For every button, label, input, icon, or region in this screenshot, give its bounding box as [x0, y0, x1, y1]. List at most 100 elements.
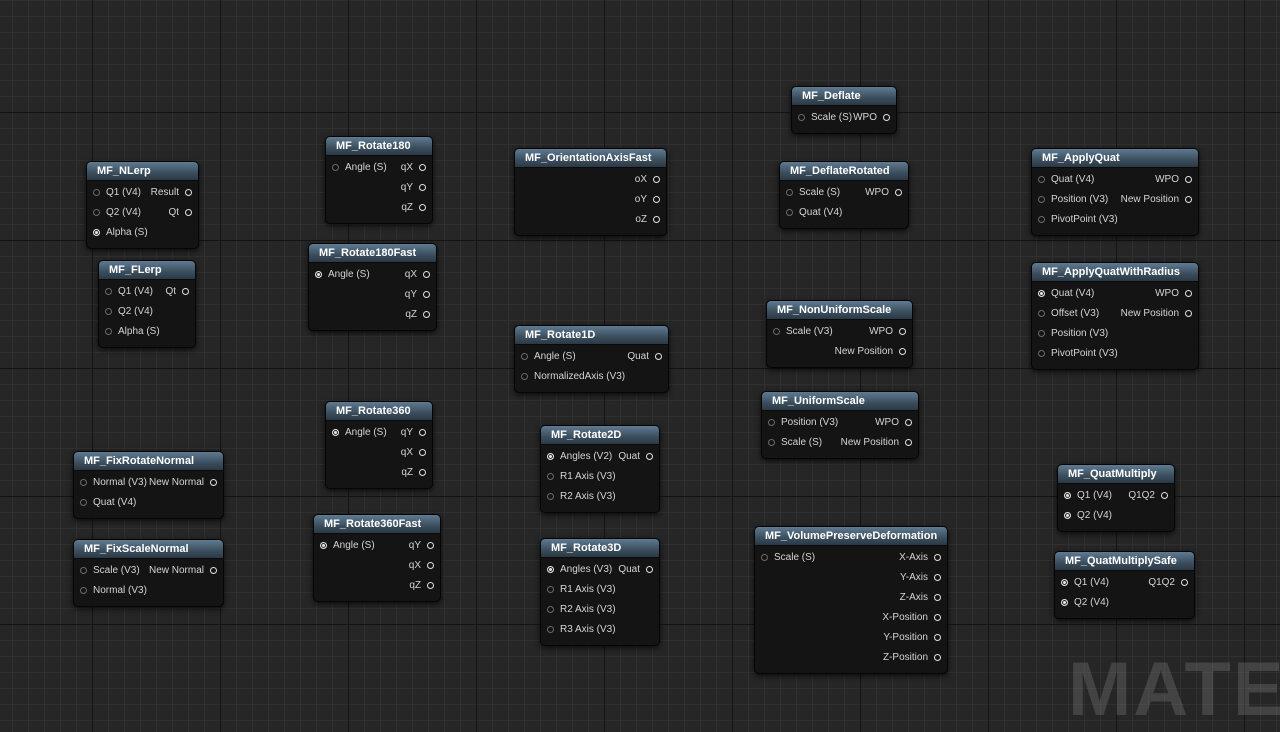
pin-icon[interactable]: [653, 175, 660, 183]
input-pin[interactable]: PivotPoint (V3): [1038, 347, 1118, 359]
output-pin[interactable]: Z-Position: [883, 651, 941, 663]
output-pin[interactable]: qY: [409, 539, 434, 551]
pin-icon[interactable]: [315, 270, 322, 278]
input-pin[interactable]: Scale (S): [786, 186, 840, 198]
pin-icon[interactable]: [883, 113, 890, 121]
input-pin[interactable]: R1 Axis (V3): [547, 470, 616, 482]
pin-icon[interactable]: [547, 585, 554, 593]
pin-icon[interactable]: [93, 188, 100, 196]
output-pin[interactable]: WPO: [1155, 287, 1192, 299]
input-pin[interactable]: Q2 (V4): [105, 305, 153, 317]
input-pin[interactable]: Normal (V3): [80, 584, 147, 596]
output-pin[interactable]: New Normal: [149, 476, 217, 488]
input-pin[interactable]: Scale (V3): [773, 325, 833, 337]
pin-icon[interactable]: [419, 448, 426, 456]
input-pin[interactable]: Q1 (V4): [1064, 489, 1112, 501]
input-pin[interactable]: Angle (S): [332, 161, 387, 173]
pin-icon[interactable]: [185, 208, 192, 216]
node-mf-applyquat[interactable]: MF_ApplyQuat Quat (V4) WPO Position (V3)…: [1031, 148, 1199, 236]
node-mf-fixrotatenormal[interactable]: MF_FixRotateNormal Normal (V3) New Norma…: [73, 451, 224, 519]
pin-icon[interactable]: [934, 553, 941, 561]
input-pin[interactable]: Scale (S): [768, 436, 822, 448]
input-pin[interactable]: Angle (S): [315, 268, 370, 280]
node-mf-fixscalenormal[interactable]: MF_FixScaleNormal Scale (V3) New Normal …: [73, 539, 224, 607]
pin-icon[interactable]: [1185, 289, 1192, 297]
input-pin[interactable]: Scale (V3): [80, 564, 140, 576]
pin-icon[interactable]: [768, 418, 775, 426]
pin-icon[interactable]: [786, 188, 793, 196]
pin-icon[interactable]: [934, 653, 941, 661]
output-pin[interactable]: Y-Axis: [900, 571, 941, 583]
node-mf-rotate180fast[interactable]: MF_Rotate180Fast Angle (S) qX qY qZ: [308, 243, 437, 331]
output-pin[interactable]: WPO: [869, 325, 906, 337]
node-mf-orientationaxisfast[interactable]: MF_OrientationAxisFast oX oY oZ: [514, 148, 667, 236]
pin-icon[interactable]: [419, 428, 426, 436]
pin-icon[interactable]: [1038, 215, 1045, 223]
output-pin[interactable]: WPO: [875, 416, 912, 428]
pin-icon[interactable]: [646, 565, 653, 573]
pin-icon[interactable]: [1185, 175, 1192, 183]
output-pin[interactable]: Qt: [168, 206, 192, 218]
pin-icon[interactable]: [899, 347, 906, 355]
material-graph-canvas[interactable]: MF_NLerp Q1 (V4) Result Q2 (V4) Qt Alpha…: [0, 0, 1280, 720]
pin-icon[interactable]: [934, 613, 941, 621]
input-pin[interactable]: Offset (V3): [1038, 307, 1099, 319]
pin-icon[interactable]: [934, 573, 941, 581]
output-pin[interactable]: WPO: [1155, 173, 1192, 185]
node-mf-rotate3d[interactable]: MF_Rotate3D Angles (V3) Quat R1 Axis (V3…: [540, 538, 660, 646]
input-pin[interactable]: Q2 (V4): [1061, 596, 1109, 608]
input-pin[interactable]: Position (V3): [768, 416, 838, 428]
output-pin[interactable]: Q1Q2: [1148, 576, 1188, 588]
output-pin[interactable]: qX: [405, 268, 430, 280]
output-pin[interactable]: Quat: [618, 450, 653, 462]
pin-icon[interactable]: [1185, 195, 1192, 203]
node-mf-volumepreservedeformation[interactable]: MF_VolumePreserveDeformation Scale (S) X…: [754, 526, 948, 674]
node-mf-quatmultiplysafe[interactable]: MF_QuatMultiplySafe Q1 (V4) Q1Q2 Q2 (V4): [1054, 551, 1195, 619]
pin-icon[interactable]: [761, 553, 768, 561]
pin-icon[interactable]: [427, 561, 434, 569]
input-pin[interactable]: Q1 (V4): [105, 285, 153, 297]
node-mf-deflaterotated[interactable]: MF_DeflateRotated Scale (S) WPO Quat (V4…: [779, 161, 909, 229]
input-pin[interactable]: Scale (S): [761, 551, 815, 563]
input-pin[interactable]: PivotPoint (V3): [1038, 213, 1118, 225]
pin-icon[interactable]: [182, 287, 189, 295]
node-mf-applyquatwithradius[interactable]: MF_ApplyQuatWithRadius Quat (V4) WPO Off…: [1031, 262, 1199, 370]
pin-icon[interactable]: [934, 633, 941, 641]
input-pin[interactable]: Quat (V4): [1038, 173, 1094, 185]
pin-icon[interactable]: [423, 270, 430, 278]
input-pin[interactable]: Q2 (V4): [93, 206, 141, 218]
input-pin[interactable]: Q1 (V4): [93, 186, 141, 198]
pin-icon[interactable]: [646, 452, 653, 460]
pin-icon[interactable]: [105, 287, 112, 295]
output-pin[interactable]: New Position: [835, 345, 906, 357]
input-pin[interactable]: Normal (V3): [80, 476, 147, 488]
pin-icon[interactable]: [1161, 491, 1168, 499]
output-pin[interactable]: Q1Q2: [1128, 489, 1168, 501]
output-pin[interactable]: Result: [151, 186, 192, 198]
output-pin[interactable]: WPO: [853, 111, 890, 123]
pin-icon[interactable]: [521, 352, 528, 360]
output-pin[interactable]: Y-Position: [883, 631, 941, 643]
pin-icon[interactable]: [80, 498, 87, 506]
pin-icon[interactable]: [547, 625, 554, 633]
input-pin[interactable]: Quat (V4): [1038, 287, 1094, 299]
pin-icon[interactable]: [1038, 289, 1045, 297]
output-pin[interactable]: oX: [635, 173, 660, 185]
pin-icon[interactable]: [905, 438, 912, 446]
pin-icon[interactable]: [1061, 578, 1068, 586]
pin-icon[interactable]: [419, 163, 426, 171]
output-pin[interactable]: New Position: [841, 436, 912, 448]
output-pin[interactable]: New Normal: [149, 564, 217, 576]
pin-icon[interactable]: [80, 478, 87, 486]
input-pin[interactable]: Position (V3): [1038, 193, 1108, 205]
pin-icon[interactable]: [423, 290, 430, 298]
pin-icon[interactable]: [332, 428, 339, 436]
input-pin[interactable]: NormalizedAxis (V3): [521, 370, 625, 382]
pin-icon[interactable]: [521, 372, 528, 380]
output-pin[interactable]: qZ: [401, 201, 426, 213]
node-mf-rotate180[interactable]: MF_Rotate180 Angle (S) qX qY qZ: [325, 136, 433, 224]
pin-icon[interactable]: [547, 565, 554, 573]
pin-icon[interactable]: [653, 215, 660, 223]
pin-icon[interactable]: [1038, 309, 1045, 317]
node-mf-quatmultiply[interactable]: MF_QuatMultiply Q1 (V4) Q1Q2 Q2 (V4): [1057, 464, 1175, 532]
